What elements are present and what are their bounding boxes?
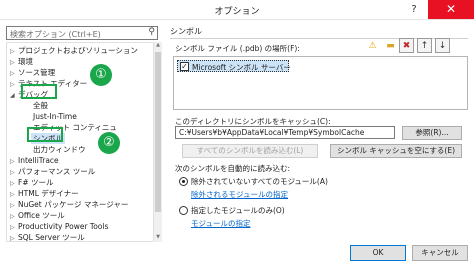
tree-item-productivity-power-tools[interactable]: ▷ Productivity Power Tools bbox=[10, 221, 108, 232]
specified-modules-label[interactable]: 指定したモジュールのみ(O) bbox=[191, 205, 285, 216]
tree-item-nuget[interactable]: ▷ NuGet パッケージ マネージャー bbox=[10, 199, 128, 210]
tree-item-environment[interactable]: ▷ 環境 bbox=[10, 56, 33, 67]
specified-modules-radio[interactable] bbox=[179, 206, 188, 215]
callout-badge-two: ② bbox=[98, 132, 120, 154]
auto-load-label: 次のシンボルを自動的に読み込む: bbox=[175, 164, 291, 173]
search-placeholder: 検索オプション (Ctrl+E) bbox=[10, 30, 101, 39]
tree-item-output-window[interactable]: 出力ウィンドウ bbox=[33, 144, 86, 155]
specify-modules-link[interactable]: モジュールの指定 bbox=[191, 218, 250, 229]
collapse-arrow-icon[interactable]: ◢ bbox=[10, 90, 18, 101]
symbol-locations-label: シンボル ファイル (.pdb) の場所(F): bbox=[175, 44, 300, 53]
delete-button[interactable]: ✖ bbox=[399, 38, 414, 53]
tree-item-label: 出力ウィンドウ bbox=[33, 145, 86, 154]
close-button[interactable]: ✕ bbox=[428, 0, 474, 19]
enable-checkbox[interactable]: ✓ bbox=[180, 62, 189, 71]
callout-box-debugging bbox=[21, 84, 57, 99]
load-all-symbols-button[interactable]: すべてのシンボルを読み込む(L) bbox=[182, 144, 318, 158]
scroll-up-icon[interactable]: ▲ bbox=[154, 42, 162, 50]
tree-item-office-tools[interactable]: ▷ Office ツール bbox=[10, 210, 65, 221]
add-folder-button[interactable]: ▬ bbox=[383, 38, 398, 53]
radio-selected-dot bbox=[182, 180, 185, 183]
list-item-label: Microsoft シンボル サーバー bbox=[192, 63, 291, 72]
tree-item-label: SQL Server ツール bbox=[18, 233, 85, 242]
scroll-down-icon[interactable]: ▼ bbox=[154, 234, 162, 242]
tree-scrollbar-thumb[interactable] bbox=[155, 52, 161, 212]
options-tree[interactable]: ▷ プロジェクトおよびソリューション ▷ 環境 ▷ ソース管理 ▷ テキスト エディター… bbox=[6, 42, 154, 242]
tree-item-label: Productivity Power Tools bbox=[18, 222, 109, 231]
move-up-button[interactable]: ↑ bbox=[417, 38, 432, 53]
all-modules-label[interactable]: 除外されていないすべてのモジュール(A) bbox=[191, 176, 328, 187]
tree-item-label: HTML デザイナー bbox=[18, 189, 79, 198]
tree-item-label: プロジェクトおよびソリューション bbox=[18, 46, 138, 55]
tree-item-label: F# ツール bbox=[18, 178, 54, 187]
cache-directory-input[interactable]: C:¥Users¥b¥AppData¥Local¥Temp¥SymbolCach… bbox=[175, 126, 395, 139]
help-button[interactable]: ? bbox=[404, 2, 424, 17]
list-item-microsoft-symbol-server[interactable]: ✓ Microsoft シンボル サーバー bbox=[177, 60, 291, 72]
tree-item-label: IntelliTrace bbox=[18, 156, 59, 165]
warning-icon: ⚠ bbox=[368, 41, 377, 51]
cache-directory-value: C:¥Users¥b¥AppData¥Local¥Temp¥SymbolCach… bbox=[179, 128, 365, 137]
tree-item-label: 環境 bbox=[18, 57, 33, 66]
tree-item-label: Just-In-Time bbox=[33, 112, 77, 121]
tree-item-source-control[interactable]: ▷ ソース管理 bbox=[10, 67, 55, 78]
excluded-modules-link[interactable]: 除外されるモジュールの指定 bbox=[191, 189, 288, 200]
tree-item-label: Office ツール bbox=[18, 211, 65, 220]
ok-button[interactable]: OK bbox=[350, 245, 406, 261]
empty-symbol-cache-button[interactable]: シンボル キャッシュを空にする(E) bbox=[330, 144, 462, 158]
all-modules-radio[interactable] bbox=[179, 177, 188, 186]
tree-item-performance-tools[interactable]: ▷ パフォーマンス ツール bbox=[10, 166, 95, 177]
tree-item-fsharp-tools[interactable]: ▷ F# ツール bbox=[10, 177, 53, 188]
move-down-button[interactable]: ↓ bbox=[435, 38, 450, 53]
tree-item-label: パフォーマンス ツール bbox=[18, 167, 96, 176]
tree-item-general[interactable]: 全般 bbox=[33, 100, 48, 111]
window-title: オプション bbox=[214, 7, 260, 17]
tree-item-sql-server-tools[interactable]: ▷ SQL Server ツール bbox=[10, 232, 85, 242]
tree-item-label: 全般 bbox=[33, 101, 48, 110]
browse-button[interactable]: 参照(R)... bbox=[402, 126, 462, 140]
symbol-locations-list[interactable]: ✓ Microsoft シンボル サーバー bbox=[173, 56, 468, 110]
cancel-button[interactable]: キャンセル bbox=[412, 245, 468, 261]
tree-item-projects[interactable]: ▷ プロジェクトおよびソリューション bbox=[10, 45, 138, 56]
callout-badge-one: ① bbox=[90, 64, 112, 86]
callout-box-symbols bbox=[27, 127, 63, 142]
tree-item-html-designer[interactable]: ▷ HTML デザイナー bbox=[10, 188, 79, 199]
page-title: シンボル bbox=[170, 27, 202, 36]
search-input[interactable]: 検索オプション (Ctrl+E) ⚲ bbox=[6, 26, 158, 40]
tree-item-just-in-time[interactable]: Just-In-Time bbox=[33, 111, 77, 122]
search-icon[interactable]: ⚲ bbox=[148, 27, 155, 37]
tree-item-intellitrace[interactable]: ▷ IntelliTrace bbox=[10, 155, 59, 166]
tree-item-label: ソース管理 bbox=[18, 68, 56, 77]
tree-item-label: NuGet パッケージ マネージャー bbox=[18, 200, 129, 209]
expand-arrow-icon[interactable]: ▷ bbox=[10, 233, 18, 241]
